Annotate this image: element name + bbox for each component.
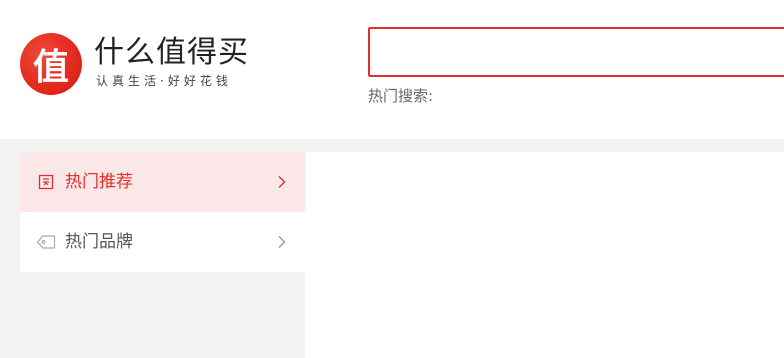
site-header: 值 什么值得买 认真生活·好好花钱 热门搜索: [0, 0, 784, 139]
search-input[interactable] [368, 27, 784, 77]
recommend-icon [36, 172, 56, 192]
sidebar-item-hot-recommend[interactable]: 热门推荐 [20, 152, 305, 212]
chevron-right-icon [275, 235, 289, 249]
hot-search-label: 热门搜索: [368, 87, 434, 105]
chevron-right-icon [275, 175, 289, 189]
sidebar-item-label: 热门推荐 [65, 172, 133, 192]
tag-icon [36, 232, 56, 252]
sidebar-item-hot-brands[interactable]: 热门品牌 [20, 212, 305, 272]
sidebar-item-label: 热门品牌 [65, 232, 133, 252]
logo-icon[interactable]: 值 [20, 33, 82, 95]
site-title[interactable]: 什么值得买 [94, 34, 249, 72]
content-panel [305, 152, 784, 358]
site-slogan: 认真生活·好好花钱 [96, 74, 232, 88]
